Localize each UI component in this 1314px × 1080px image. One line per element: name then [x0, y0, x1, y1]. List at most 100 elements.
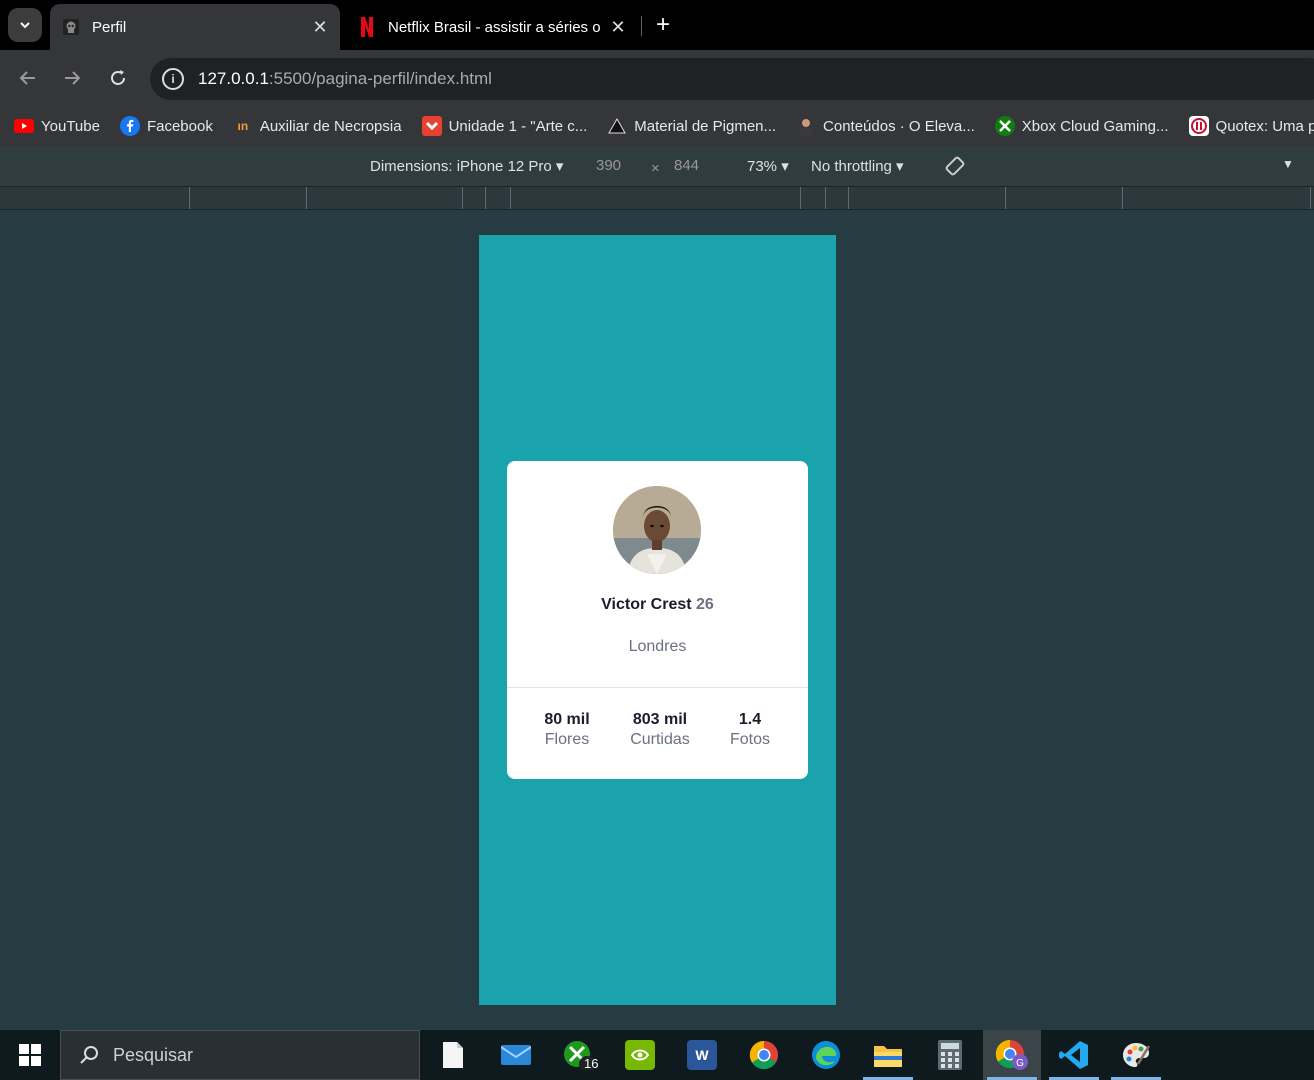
stat-value: 1.4	[738, 711, 762, 728]
bookmark-label: Xbox Cloud Gaming...	[1021, 117, 1169, 135]
arrow-right-icon	[65, 71, 81, 85]
calculator-icon	[938, 1040, 962, 1070]
bookmark-auxiliar[interactable]: ın Auxiliar de Necropsia	[233, 116, 402, 136]
tab-perfil[interactable]: Perfil ✕	[50, 4, 340, 50]
ruler-mark	[1310, 187, 1311, 209]
ruler-mark	[825, 187, 826, 209]
search-icon	[77, 1043, 101, 1067]
vscode-icon	[1059, 1041, 1088, 1069]
pigment-icon	[607, 116, 627, 136]
taskbar-search[interactable]: Pesquisar	[60, 1030, 420, 1080]
taskbar-app-file-explorer[interactable]	[859, 1030, 917, 1080]
profile-age: 26	[696, 596, 714, 613]
chrome-profile-icon: G	[995, 1039, 1028, 1070]
taskbar-app-mail[interactable]	[487, 1030, 545, 1080]
profile-stats: 80 mil Flores 803 mil Curtidas 1.4 Fotos	[507, 711, 808, 761]
bookmark-youtube[interactable]: YouTube	[14, 116, 100, 136]
taskbar-app-paint[interactable]	[1107, 1030, 1165, 1080]
bookmark-facebook[interactable]: Facebook	[119, 116, 213, 136]
taskbar-app-xbox[interactable]: 16	[549, 1030, 607, 1080]
bookmark-label: YouTube	[41, 117, 100, 135]
device-width-input[interactable]: 390	[596, 157, 621, 174]
unidade-icon	[421, 116, 442, 136]
forward-button[interactable]	[58, 64, 86, 92]
profile-city: Londres	[628, 638, 687, 655]
divider	[507, 687, 808, 688]
reload-button[interactable]	[104, 64, 132, 92]
rotate-icon[interactable]	[944, 155, 966, 181]
mail-icon	[501, 1045, 531, 1065]
profile-card: Victor Crest 26 Londres 80 mil Flores 80…	[507, 461, 808, 779]
arrow-left-icon	[19, 71, 35, 85]
bookmark-xbox[interactable]: Xbox Cloud Gaming...	[994, 116, 1169, 136]
new-tab-button[interactable]: +	[650, 11, 676, 38]
address-bar[interactable]: i 127.0.0.1:5500/pagina-perfil/index.htm…	[150, 58, 1314, 100]
bookmark-label: Facebook	[146, 117, 213, 135]
taskbar-app-vscode[interactable]	[1045, 1030, 1103, 1080]
stat-label: Fotos	[729, 731, 770, 748]
bookmark-eleva[interactable]: Conteúdos · O Eleva...	[796, 116, 975, 136]
device-menu-icon[interactable]: ▼	[1282, 157, 1294, 171]
ruler-mark	[848, 187, 849, 209]
bookmark-label: Quotex: Uma p	[1215, 117, 1314, 135]
close-tab-icon[interactable]: ✕	[606, 15, 630, 39]
device-dimensions-label: Dimensions: iPhone 12 Pro	[370, 158, 552, 175]
site-info-icon[interactable]: i	[162, 68, 184, 90]
tab-title: Perfil	[92, 18, 127, 36]
taskbar: Pesquisar 16 W G	[0, 1030, 1314, 1080]
profile-name-line: Victor Crest 26	[507, 596, 808, 614]
ruler-mark	[462, 187, 463, 209]
tab-netflix[interactable]: Netflix Brasil - assistir a séries o ✕	[348, 4, 638, 50]
media-query-ruler	[0, 186, 1314, 210]
taskbar-app-word[interactable]: W	[673, 1030, 731, 1080]
ruler-mark	[1005, 187, 1006, 209]
times-icon: ×	[651, 160, 660, 177]
profile-name: Victor Crest	[601, 596, 692, 613]
device-height-input[interactable]: 844	[674, 157, 699, 174]
ruler-mark	[306, 187, 307, 209]
zoom-label: 73%	[747, 158, 778, 175]
stat-label: Flores	[544, 731, 590, 748]
windows-icon	[19, 1044, 41, 1066]
bookmark-label: Auxiliar de Necropsia	[259, 117, 402, 135]
bookmark-label: Unidade 1 - "Arte c...	[448, 117, 588, 135]
taskbar-app-chrome-profile[interactable]: G	[983, 1030, 1041, 1080]
taskbar-app-notepad[interactable]	[424, 1030, 482, 1080]
nvidia-icon	[625, 1040, 655, 1070]
svg-text:G: G	[1016, 1058, 1024, 1069]
back-button[interactable]	[14, 64, 42, 92]
stat-flores: 80 mil Flores	[537, 711, 597, 749]
reload-icon	[111, 70, 125, 85]
taskbar-app-edge[interactable]	[797, 1030, 855, 1080]
bookmark-pigmentos[interactable]: Material de Pigmen...	[607, 116, 776, 136]
ruler-mark	[485, 187, 486, 209]
throttling-label: No throttling	[811, 158, 892, 175]
stat-curtidas: 803 mil Curtidas	[620, 711, 700, 749]
ruler-mark	[1122, 187, 1123, 209]
taskbar-app-nvidia[interactable]	[611, 1030, 669, 1080]
url-host: 127.0.0.1	[198, 69, 269, 88]
auxiliar-icon: ın	[237, 119, 249, 133]
tab-search-button[interactable]	[8, 8, 42, 42]
close-tab-icon[interactable]: ✕	[308, 15, 332, 39]
chevron-down-icon	[20, 22, 30, 29]
stat-value: 80 mil	[544, 711, 590, 728]
netflix-icon	[358, 17, 376, 37]
bookmark-unidade[interactable]: Unidade 1 - "Arte c...	[421, 116, 588, 136]
bookmark-quotex[interactable]: Quotex: Uma p	[1188, 116, 1314, 136]
zoom-select[interactable]: 73% ▾	[747, 157, 789, 175]
start-button[interactable]	[0, 1030, 60, 1080]
folder-icon	[874, 1046, 902, 1067]
document-icon	[443, 1042, 463, 1068]
device-dimensions-select[interactable]: Dimensions: iPhone 12 Pro ▾	[370, 157, 563, 175]
ruler-mark	[189, 187, 190, 209]
taskbar-app-chrome[interactable]	[735, 1030, 793, 1080]
skull-favicon-icon	[62, 18, 80, 36]
device-toolbar: Dimensions: iPhone 12 Pro ▾ 390 × 844 73…	[0, 146, 1314, 186]
xbox-icon	[994, 116, 1015, 136]
word-icon: W	[687, 1040, 717, 1070]
youtube-icon	[14, 116, 34, 136]
throttling-select[interactable]: No throttling ▾	[811, 157, 904, 175]
stat-fotos: 1.4 Fotos	[720, 711, 780, 749]
taskbar-app-calculator[interactable]	[921, 1030, 979, 1080]
